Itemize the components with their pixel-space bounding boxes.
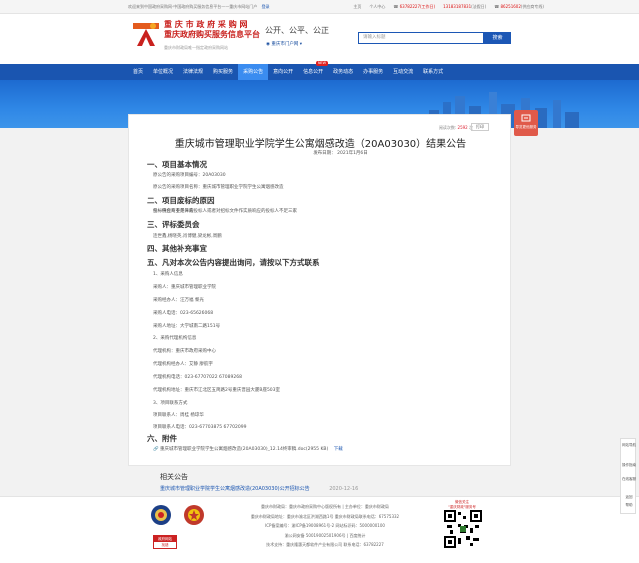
side-tools: 网站导航 操作指南 在线客服 返回 帮助 (620, 438, 636, 514)
footer-line: 技术支持：重庆隆惠天都软件产业有限公司 联系电话：63782227 (266, 542, 384, 547)
guide-tool[interactable]: 操作指南 (621, 463, 637, 468)
body-text: 2、采购代理机构信息 (153, 336, 197, 341)
body-text: 包一符合专业条件的投标人或者对招标文件作实质响应的投标人不足三家 (153, 209, 297, 214)
print-button[interactable]: 打印 (471, 123, 489, 131)
back-tool[interactable]: 返回 (621, 495, 637, 500)
nav-item-info[interactable]: 信息公开 NEW (298, 61, 329, 80)
nav-item-contact[interactable]: 联系方式 (418, 64, 448, 80)
top-bar: 欢迎来到中国政府采购网·中国政府购买服务信息平台——重庆市网站门户 登录 主页 … (0, 0, 639, 14)
footer-line: 重庆市财政局：重庆市政府采购中心版权所有 | 主办单位：重庆市财政局 (261, 504, 389, 509)
gov-website-error-badge[interactable]: 政府网站 找错 (153, 535, 177, 549)
nav-item-overview[interactable]: 单位概况 (148, 64, 178, 80)
guide-float-label: 导览更优服务 (515, 125, 537, 129)
logo-text: 重 庆 市 政 府 采 购 网 重庆政府购买服务信息平台 重庆市财政局唯一指定政… (164, 20, 260, 53)
main-nav: 首页 单位概况 法律法规 购买服务 采购公告 意向公开 信息公开 NEW 政务动态… (0, 61, 639, 80)
body-text: 3、项目联系方式 (153, 401, 188, 406)
attachment-icon: 🔗 (153, 447, 159, 452)
section-heading: 五、凡对本次公告内容提出询问，请按以下方式联系 (147, 258, 320, 267)
attachment-name[interactable]: 重庆城市管理职业学院学生公寓烟感改造(20A03030)_12.14终审稿.do… (160, 447, 328, 452)
guide-icon (521, 114, 531, 122)
gov-badge-line-2: 找错 (161, 543, 169, 547)
logo-line-2: 重庆政府购买服务信息平台 (164, 30, 260, 39)
section-heading: 四、其他补充事宜 (147, 244, 207, 253)
body-text: 连世鑫,杨晓英,肖博健,梁龙彬,周鹏 (153, 234, 222, 239)
related-link[interactable]: 重庆城市管理职业学院学生公寓烟感改造(20A03030)公开招标公告 (160, 486, 310, 492)
site-nav-tool[interactable]: 网站导航 (621, 443, 637, 448)
nav-item-info-label: 信息公开 (303, 69, 324, 75)
user-center-link[interactable]: 个人中心 (369, 0, 385, 14)
article-panel: 阅读次数: 2592 次 打印 重庆城市管理职业学院学生公寓烟感改造（20A03… (128, 114, 511, 466)
site-footer: 重庆市财政局：重庆市政府采购中心版权所有 | 主办单位：重庆市财政局 重庆市财政… (0, 496, 639, 563)
nav-item-home[interactable]: 首页 (128, 64, 148, 80)
login-link[interactable]: 登录 (262, 4, 270, 9)
view-count: 阅读次数: 2592 次 (438, 125, 473, 130)
section-heading: 三、评标委员会 (147, 220, 200, 229)
logo-line-3: 重庆市财政局唯一指定政府采购网站 (164, 45, 228, 50)
section-heading: 一、项目基本情况 (147, 160, 207, 169)
nav-item-procurement[interactable]: 采购公告 (238, 64, 269, 80)
related-date: 2020-12-16 (329, 486, 359, 492)
home-link[interactable]: 主页 (353, 0, 361, 14)
nav-item-service-hall[interactable]: 办事服务 (358, 64, 388, 80)
top-bar-left: 欢迎来到中国政府采购网·中国政府购买服务信息平台——重庆市网站门户 登录 (128, 0, 270, 14)
footer-info: 重庆市财政局：重庆市政府采购中心版权所有 | 主办单位：重庆市财政局 重庆市财政… (215, 502, 435, 550)
body-text: 采购人电话：023-65626068 (153, 311, 214, 316)
attachment-row: 🔗 重庆城市管理职业学院学生公寓烟感改造(20A03030)_12.14终审稿.… (129, 446, 512, 452)
hotline-2: 13183187831(法假日) (443, 4, 487, 9)
body-text: 项目联系人电话：023-67703875 67702099 (153, 425, 247, 430)
slogan: 公开、公平、公正 (265, 26, 329, 35)
national-emblem-icon[interactable] (183, 504, 205, 526)
site-header (0, 14, 639, 64)
footer-line: ICP备案编号：渝ICP备19008961号-2 网站标识码：500000010… (265, 523, 385, 528)
body-text: 原公告的采购项目名称：重庆城市管理职业学院学生公寓烟感改造 (153, 185, 284, 190)
logo-line-1: 重 庆 市 政 府 采 购 网 (164, 20, 248, 29)
search-input[interactable]: 请输入标题 (358, 32, 484, 44)
welcome-text: 欢迎来到中国政府采购网·中国政府购买服务信息平台——重庆市网站门户 (128, 4, 258, 9)
body-text: 代理机构：重庆市政府采购中心 (153, 349, 216, 354)
body-text: 代理机构经办人：艾静 廖航宇 (153, 362, 213, 367)
help-tool[interactable]: 帮助 (621, 503, 637, 508)
service-tool[interactable]: 在线客服 (621, 477, 637, 482)
section-heading: 六、附件 (147, 434, 177, 443)
related-title: 相关公告 (160, 473, 188, 481)
new-badge: NEW (315, 61, 329, 66)
body-text: 原公告的采购项目编号：20A03030 (153, 173, 226, 178)
wechat-qr-code-icon (444, 510, 482, 548)
body-text: 代理机构地址：重庆市江北区五简路2号重庆晋园大厦B座503室 (153, 388, 281, 393)
qr-label: 微信关注 "重庆财政"服务号 (448, 500, 476, 509)
hotline-1: ☎ 63782227(工作日) (393, 4, 436, 9)
download-link[interactable]: 下载 (334, 447, 343, 452)
publish-date: 发布日期： 2021年1月6日 (313, 151, 368, 156)
nav-item-intent[interactable]: 意向公开 (268, 64, 298, 80)
article-title: 重庆城市管理职业学院学生公寓烟感改造（20A03030）结果公告 (174, 139, 467, 150)
body-text: 项目联系人：周桂 杨琼华 (153, 413, 204, 418)
footer-line: 渝公网安备 50019002501906号 | 百度统计 (284, 532, 366, 538)
nav-item-laws[interactable]: 法律法规 (178, 64, 208, 80)
body-text: 1、采购人信息 (153, 272, 183, 277)
hotline-3: ☎ 86251602(供应商专线) (494, 4, 544, 9)
nav-item-news[interactable]: 政务动态 (328, 64, 358, 80)
region-selector[interactable]: ◉ 重庆市门户网 ▾ (266, 41, 302, 47)
nav-item-interaction[interactable]: 互动交流 (388, 64, 418, 80)
top-bar-right: 主页 个人中心 ☎ 63782227(工作日) 13183187831(法假日)… (353, 0, 544, 14)
nav-item-services[interactable]: 购买服务 (208, 64, 238, 80)
site-logo-icon[interactable] (131, 20, 161, 48)
section-heading: 二、项目废标的原因 (147, 196, 215, 205)
search-button[interactable]: 搜索 (484, 32, 511, 44)
body-text: 采购人地址：大学城南二路151号 (153, 324, 221, 329)
related-item: 重庆城市管理职业学院学生公寓烟感改造(20A03030)公开招标公告 2020-… (160, 485, 358, 492)
police-emblem-icon[interactable] (150, 504, 172, 526)
body-text: 采购经办人：汪万福 黎光 (153, 298, 204, 303)
footer-line: 重庆市财政局地址：重庆市渝北区洪湖西路1号 重庆市财政局联系电话：6757533… (250, 513, 400, 519)
nav-items: 首页 单位概况 法律法规 购买服务 采购公告 意向公开 信息公开 NEW 政务动态… (128, 61, 448, 80)
body-text: 采购人：重庆城市管理职业学院 (153, 285, 216, 290)
body-text: 代理机构电话：023-67707022 67089268 (153, 375, 242, 380)
